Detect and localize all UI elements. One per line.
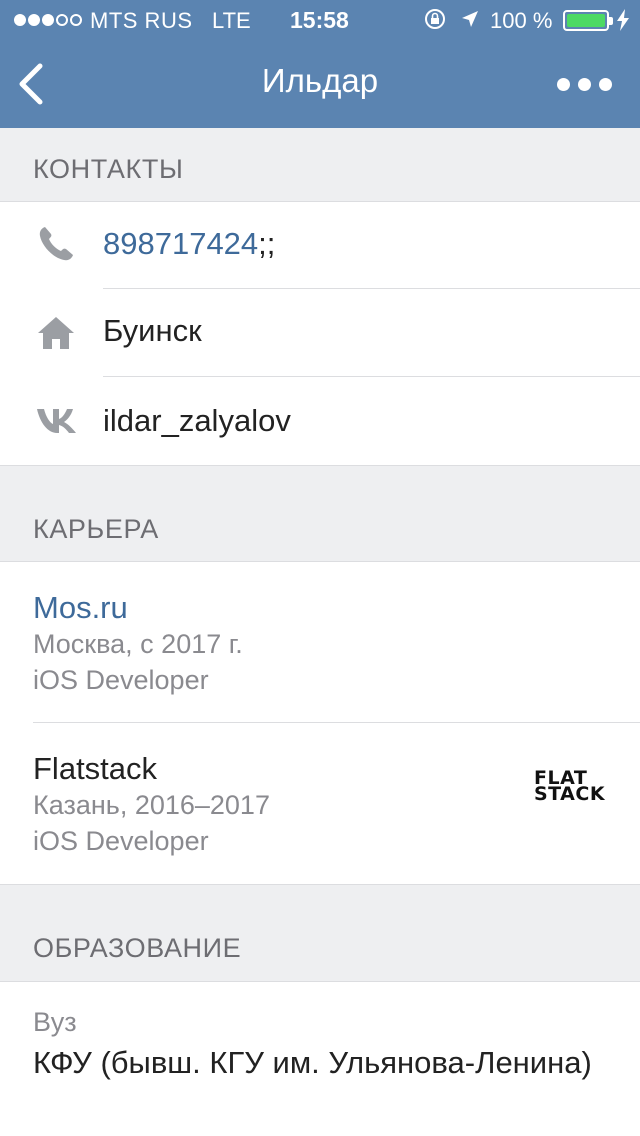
navigation-bar: Ильдар (0, 40, 640, 128)
signal-dot (28, 14, 40, 26)
signal-dot (56, 14, 68, 26)
phone-suffix: ;; (258, 226, 276, 261)
battery-percent: 100 % (490, 8, 553, 33)
location-arrow-icon (462, 11, 478, 27)
career-place: Казань, 2016–2017 (33, 790, 270, 820)
network-type: LTE (212, 8, 251, 33)
charging-icon (617, 9, 629, 31)
career-item[interactable]: Mos.ru Москва, с 2017 г. iOS Developer (33, 590, 243, 698)
company-name: Flatstack (33, 751, 158, 786)
top-bar: MTS RUS LTE 15:58 100 % Ильдар (0, 0, 640, 128)
career-position: iOS Developer (33, 826, 209, 856)
logo-line: STACK (534, 783, 606, 805)
page-title: Ильдар (261, 62, 379, 99)
city-text: Буинск (103, 313, 202, 348)
signal-dot (70, 14, 82, 26)
contact-phone-row[interactable]: 898717424;; (0, 202, 640, 290)
battery-icon (563, 10, 613, 31)
contact-city-row: Буинск (0, 289, 640, 377)
vk-icon (37, 409, 76, 433)
contact-vk-row[interactable]: ildar_zalyalov (0, 377, 640, 465)
career-place: Москва, с 2017 г. (33, 629, 243, 659)
university-name: КФУ (бывш. КГУ им. Ульянова-Ленина) (33, 1045, 592, 1080)
section-header-education: ОБРАЗОВАНИЕ (0, 884, 640, 982)
section-title: КАРЬЕРА (33, 514, 159, 544)
signal-strength-icon (14, 14, 82, 26)
signal-dot (42, 14, 54, 26)
phone-number-link[interactable]: 898717424 (103, 226, 258, 261)
phone-icon (39, 227, 73, 261)
section-title: КОНТАКТЫ (33, 154, 184, 184)
career-item[interactable]: Flatstack Казань, 2016–2017 iOS Develope… (33, 751, 270, 859)
education-type: Вуз (33, 1007, 77, 1037)
rotation-lock-icon (425, 9, 445, 29)
home-icon (38, 317, 74, 349)
company-name[interactable]: Mos.ru (33, 590, 243, 626)
section-header-career: КАРЬЕРА (0, 465, 640, 562)
carrier-name: MTS RUS (90, 8, 193, 33)
vk-username: ildar_zalyalov (103, 403, 291, 438)
signal-dot (14, 14, 26, 26)
phone-text: 898717424;; (103, 226, 275, 262)
more-options-icon[interactable] (557, 78, 612, 91)
flatstack-logo: FLAT STACK (534, 769, 606, 805)
status-icons (424, 8, 480, 30)
divider (33, 722, 640, 723)
education-item[interactable]: Вуз КФУ (бывш. КГУ им. Ульянова-Ленина) (33, 1004, 593, 1084)
section-header-contacts: КОНТАКТЫ (0, 128, 640, 202)
section-title: ОБРАЗОВАНИЕ (33, 933, 242, 963)
status-bar: MTS RUS LTE 15:58 100 % (0, 0, 640, 40)
career-position: iOS Developer (33, 665, 209, 695)
status-time: 15:58 (290, 7, 349, 33)
